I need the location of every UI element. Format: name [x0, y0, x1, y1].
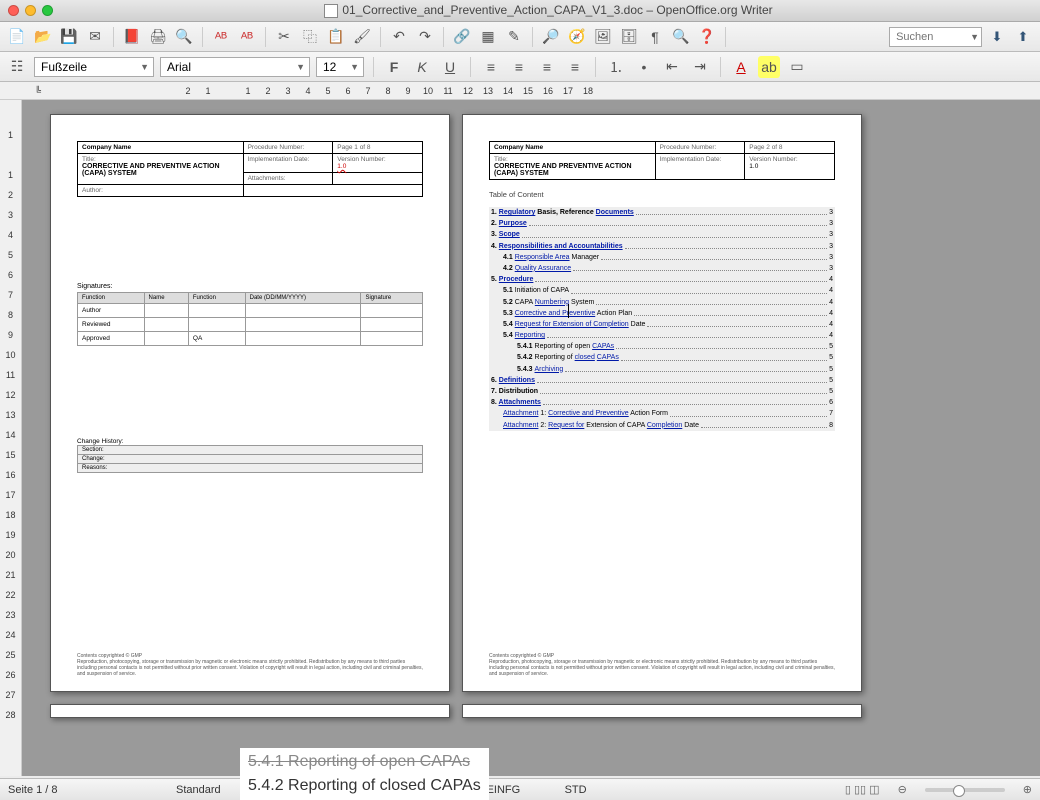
font-name-combo[interactable]: Arial▼: [160, 57, 310, 77]
nonprint-button[interactable]: ¶: [644, 26, 666, 48]
bold-button[interactable]: F: [383, 56, 405, 78]
header-table: Company NameProcedure Number:Page 1 of 8…: [77, 141, 423, 197]
page-footer: Contents copyrighted © GMP Reproduction,…: [77, 653, 423, 677]
bullet-list-button[interactable]: •: [633, 56, 655, 78]
document-canvas[interactable]: Company NameProcedure Number:Page 1 of 8…: [22, 100, 1040, 776]
view-layout-icons[interactable]: ▯ ▯▯ ◫: [845, 783, 880, 796]
paragraph-style-combo[interactable]: Fußzeile▼: [34, 57, 154, 77]
help-button[interactable]: ❓: [696, 26, 718, 48]
align-center-button[interactable]: ≡: [508, 56, 530, 78]
search-up-button[interactable]: ⬆: [1012, 26, 1034, 48]
hyperlink-button[interactable]: 🔗: [451, 26, 473, 48]
cut-button[interactable]: ✂: [273, 26, 295, 48]
spellcheck-button[interactable]: ᴬᴮ: [210, 26, 232, 48]
doc-icon: [324, 4, 338, 18]
email-button[interactable]: ✉: [84, 26, 106, 48]
open-button[interactable]: 📂: [32, 26, 54, 48]
zoom-button[interactable]: [42, 5, 53, 16]
minimize-button[interactable]: [25, 5, 36, 16]
zoom-out-button[interactable]: ⊖: [898, 783, 907, 796]
pdf-button[interactable]: 📕: [121, 26, 143, 48]
find-button[interactable]: 🔎: [540, 26, 562, 48]
statusbar: Seite 1 / 8 Standard Englisch (USA) EINF…: [0, 778, 1040, 800]
indent-more-button[interactable]: ⇥: [689, 56, 711, 78]
bg-color-button[interactable]: ▭: [786, 56, 808, 78]
status-std[interactable]: STD: [565, 784, 625, 796]
change-history-label: Change History:: [77, 438, 423, 445]
save-button[interactable]: 💾: [58, 26, 80, 48]
zoom-in-button[interactable]: ⊕: [1023, 783, 1032, 796]
search-box[interactable]: ▼: [889, 27, 982, 47]
close-button[interactable]: [8, 5, 19, 16]
page-4-peek[interactable]: [462, 704, 862, 718]
titlebar: 01_Corrective_and_Preventive_Action_CAPA…: [0, 0, 1040, 22]
status-style[interactable]: Standard: [176, 784, 236, 796]
signatures-label: Signatures:: [77, 283, 423, 290]
print-button[interactable]: 🖨: [147, 26, 169, 48]
table-button[interactable]: ▦: [477, 26, 499, 48]
new-button[interactable]: 📄: [6, 26, 28, 48]
page-2[interactable]: Company NameProcedure Number:Page 2 of 8…: [462, 114, 862, 692]
search-input[interactable]: [896, 31, 966, 43]
preview-button[interactable]: 🔍: [173, 26, 195, 48]
highlight-button[interactable]: ab: [758, 56, 780, 78]
datasource-button[interactable]: 🗄: [618, 26, 640, 48]
window-controls: [8, 5, 53, 16]
align-left-button[interactable]: ≡: [480, 56, 502, 78]
font-color-button[interactable]: A: [730, 56, 752, 78]
main-toolbar: 📄 📂 💾 ✉ 📕 🖨 🔍 ᴬᴮ ᴬᴮ ✂ ⿻ 📋 🖌 ↶ ↷ 🔗 ▦ ✎ 🔎 …: [0, 22, 1040, 52]
gallery-button[interactable]: 🖼: [592, 26, 614, 48]
text-cursor: [568, 304, 569, 318]
signatures-table: FunctionNameFunctionDate (DD/MM/YYYY)Sig…: [77, 292, 423, 346]
align-right-button[interactable]: ≡: [536, 56, 558, 78]
underline-button[interactable]: U: [439, 56, 461, 78]
format-paint-button[interactable]: 🖌: [351, 26, 373, 48]
page-footer: Contents copyrighted © GMP Reproduction,…: [489, 653, 835, 677]
autospell-button[interactable]: ᴬᴮ: [236, 26, 258, 48]
status-page: Seite 1 / 8: [8, 784, 68, 796]
change-history-table: Section: Change: Reasons:: [77, 445, 423, 473]
header-table: Company NameProcedure Number:Page 2 of 8…: [489, 141, 835, 180]
zoom-slider[interactable]: [925, 788, 1005, 792]
copy-button[interactable]: ⿻: [299, 26, 321, 48]
window-title: 01_Corrective_and_Preventive_Action_CAPA…: [65, 3, 1032, 18]
draw-button[interactable]: ✎: [503, 26, 525, 48]
undo-button[interactable]: ↶: [388, 26, 410, 48]
toc-title: Table of Content: [489, 190, 835, 199]
paste-button[interactable]: 📋: [325, 26, 347, 48]
search-down-button[interactable]: ⬇: [986, 26, 1008, 48]
zoom-button[interactable]: 🔍: [670, 26, 692, 48]
vertical-ruler[interactable]: 1123456789101112131415161718192021222324…: [0, 100, 22, 776]
font-size-combo[interactable]: 12▼: [316, 57, 364, 77]
chevron-down-icon[interactable]: ▼: [970, 32, 979, 42]
status-insert[interactable]: EINFG: [487, 784, 547, 796]
number-list-button[interactable]: ⒈: [605, 56, 627, 78]
navigator-button[interactable]: 🧭: [566, 26, 588, 48]
page-3-peek[interactable]: [50, 704, 450, 718]
align-justify-button[interactable]: ≡: [564, 56, 586, 78]
overflow-text: 5.4.1 Reporting of open CAPAs 5.4.2 Repo…: [240, 748, 489, 800]
indent-less-button[interactable]: ⇤: [661, 56, 683, 78]
styles-button[interactable]: ☷: [6, 56, 28, 78]
page-1[interactable]: Company NameProcedure Number:Page 1 of 8…: [50, 114, 450, 692]
horizontal-ruler[interactable]: ╚ 21123456789101112131415161718: [0, 82, 1040, 100]
table-of-contents: 1. Regulatory Basis, Reference Documents…: [489, 207, 835, 431]
workspace: 1123456789101112131415161718192021222324…: [0, 100, 1040, 776]
format-toolbar: ☷ Fußzeile▼ Arial▼ 12▼ F K U ≡ ≡ ≡ ≡ ⒈ •…: [0, 52, 1040, 82]
italic-button[interactable]: K: [411, 56, 433, 78]
redo-button[interactable]: ↷: [414, 26, 436, 48]
